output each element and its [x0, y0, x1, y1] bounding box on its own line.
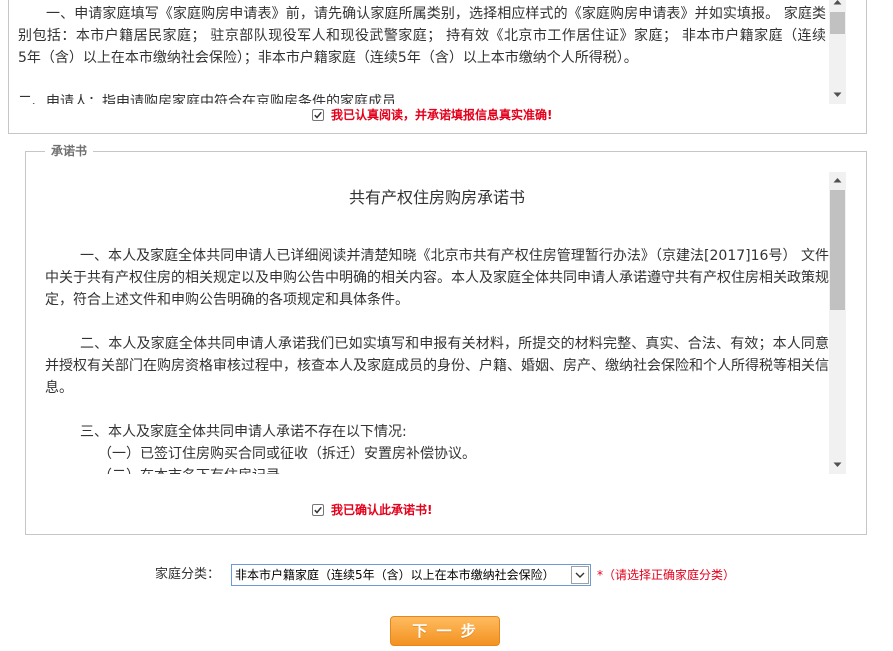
- family-category-label: 家庭分类：: [155, 567, 221, 582]
- scroll-down-arrow-icon: [833, 462, 842, 467]
- scroll-up-button[interactable]: [829, 172, 846, 189]
- family-category-select[interactable]: 非本市户籍家庭（连续5年（含）以上在本市缴纳社会保险）: [231, 564, 591, 586]
- scroll-down-button[interactable]: [829, 457, 846, 474]
- confirm-pledge-checkbox[interactable]: [312, 504, 324, 516]
- next-step-button[interactable]: 下 一 步: [390, 616, 500, 646]
- pledge-sub-item: （二）在本市名下有住房记录。: [98, 465, 829, 474]
- scroll-up-arrow-icon: [833, 0, 842, 5]
- scrollbar-thumb[interactable]: [830, 190, 845, 310]
- pledge-scroll-area[interactable]: 共有产权住房购房承诺书 一、本人及家庭全体共同申请人已详细阅读并清楚知晓《北京市…: [40, 172, 846, 474]
- notice-confirm-row[interactable]: 我已认真阅读，并承诺填报信息真实准确!: [312, 108, 572, 122]
- confirm-read-label: 我已认真阅读，并承诺填报信息真实准确!: [331, 108, 553, 122]
- notice-scrollbar[interactable]: [829, 0, 846, 104]
- scroll-down-button[interactable]: [829, 87, 846, 104]
- scroll-up-arrow-icon: [833, 178, 842, 183]
- pledge-line: 一、本人及家庭全体共同申请人已详细阅读并清楚知晓《北京市共有产权住房管理暂行办法…: [80, 248, 829, 264]
- pledge-confirm-row[interactable]: 我已确认此承诺书!: [312, 503, 572, 517]
- pledge-line: 中关于共有产权住房的相关规定以及申购公告中明确的相关内容。本人及家庭全体共同申请…: [45, 270, 829, 286]
- confirm-read-checkbox[interactable]: [312, 109, 324, 121]
- notice-scroll-area[interactable]: 一、申请家庭填写《家庭购房申请表》前，请先确认家庭所属类别，选择相应样式的《家庭…: [16, 0, 846, 104]
- notice-line: 别包括：本市户籍居民家庭； 驻京部队现役军人和现役武警家庭； 持有效《北京市工作…: [18, 28, 826, 44]
- pledge-legend: 承诺书: [45, 144, 94, 158]
- pledge-line: 息。: [45, 380, 73, 396]
- scroll-up-button[interactable]: [829, 0, 846, 11]
- checkmark-icon: [314, 111, 322, 119]
- confirm-pledge-label: 我已确认此承诺书!: [331, 503, 433, 517]
- family-category-selected-value: 非本市户籍家庭（连续5年（含）以上在本市缴纳社会保险）: [235, 568, 555, 582]
- family-category-hint: *（请选择正确家庭分类）: [597, 568, 736, 582]
- checkmark-icon: [314, 506, 322, 514]
- scroll-down-arrow-icon: [833, 92, 842, 97]
- dropdown-button[interactable]: [571, 566, 589, 584]
- pledge-line: 三、本人及家庭全体共同申请人承诺不存在以下情况:: [80, 424, 407, 440]
- pledge-line: 定，符合上述文件和申购公告明确的各项规定和具体条件。: [45, 292, 409, 308]
- pledge-title: 共有产权住房购房承诺书: [348, 188, 525, 207]
- pledge-scrollbar[interactable]: [829, 172, 846, 474]
- notice-line: 5年（含）以上在本市缴纳社会保险）；非本市户籍家庭（连续5年（含）以上本市缴纳个…: [18, 50, 638, 66]
- notice-line: 一、申请家庭填写《家庭购房申请表》前，请先确认家庭所属类别，选择相应样式的《家庭…: [46, 6, 826, 22]
- pledge-sub-item: （一）已签订住房购买合同或征收（拆迁）安置房补偿协议。: [98, 446, 476, 462]
- pledge-line: 并授权有关部门在购房资格审核过程中，核查本人及家庭成员的身份、户籍、婚姻、房产、…: [45, 358, 829, 374]
- notice-line: 二、申请人：指申请购房家庭中符合在京购房条件的家庭成员: [18, 94, 396, 104]
- chevron-down-icon: [575, 572, 585, 578]
- pledge-line: 二、本人及家庭全体共同申请人承诺我们已如实填写和申报有关材料，所提交的材料完整、…: [80, 336, 829, 352]
- scrollbar-thumb[interactable]: [830, 12, 845, 34]
